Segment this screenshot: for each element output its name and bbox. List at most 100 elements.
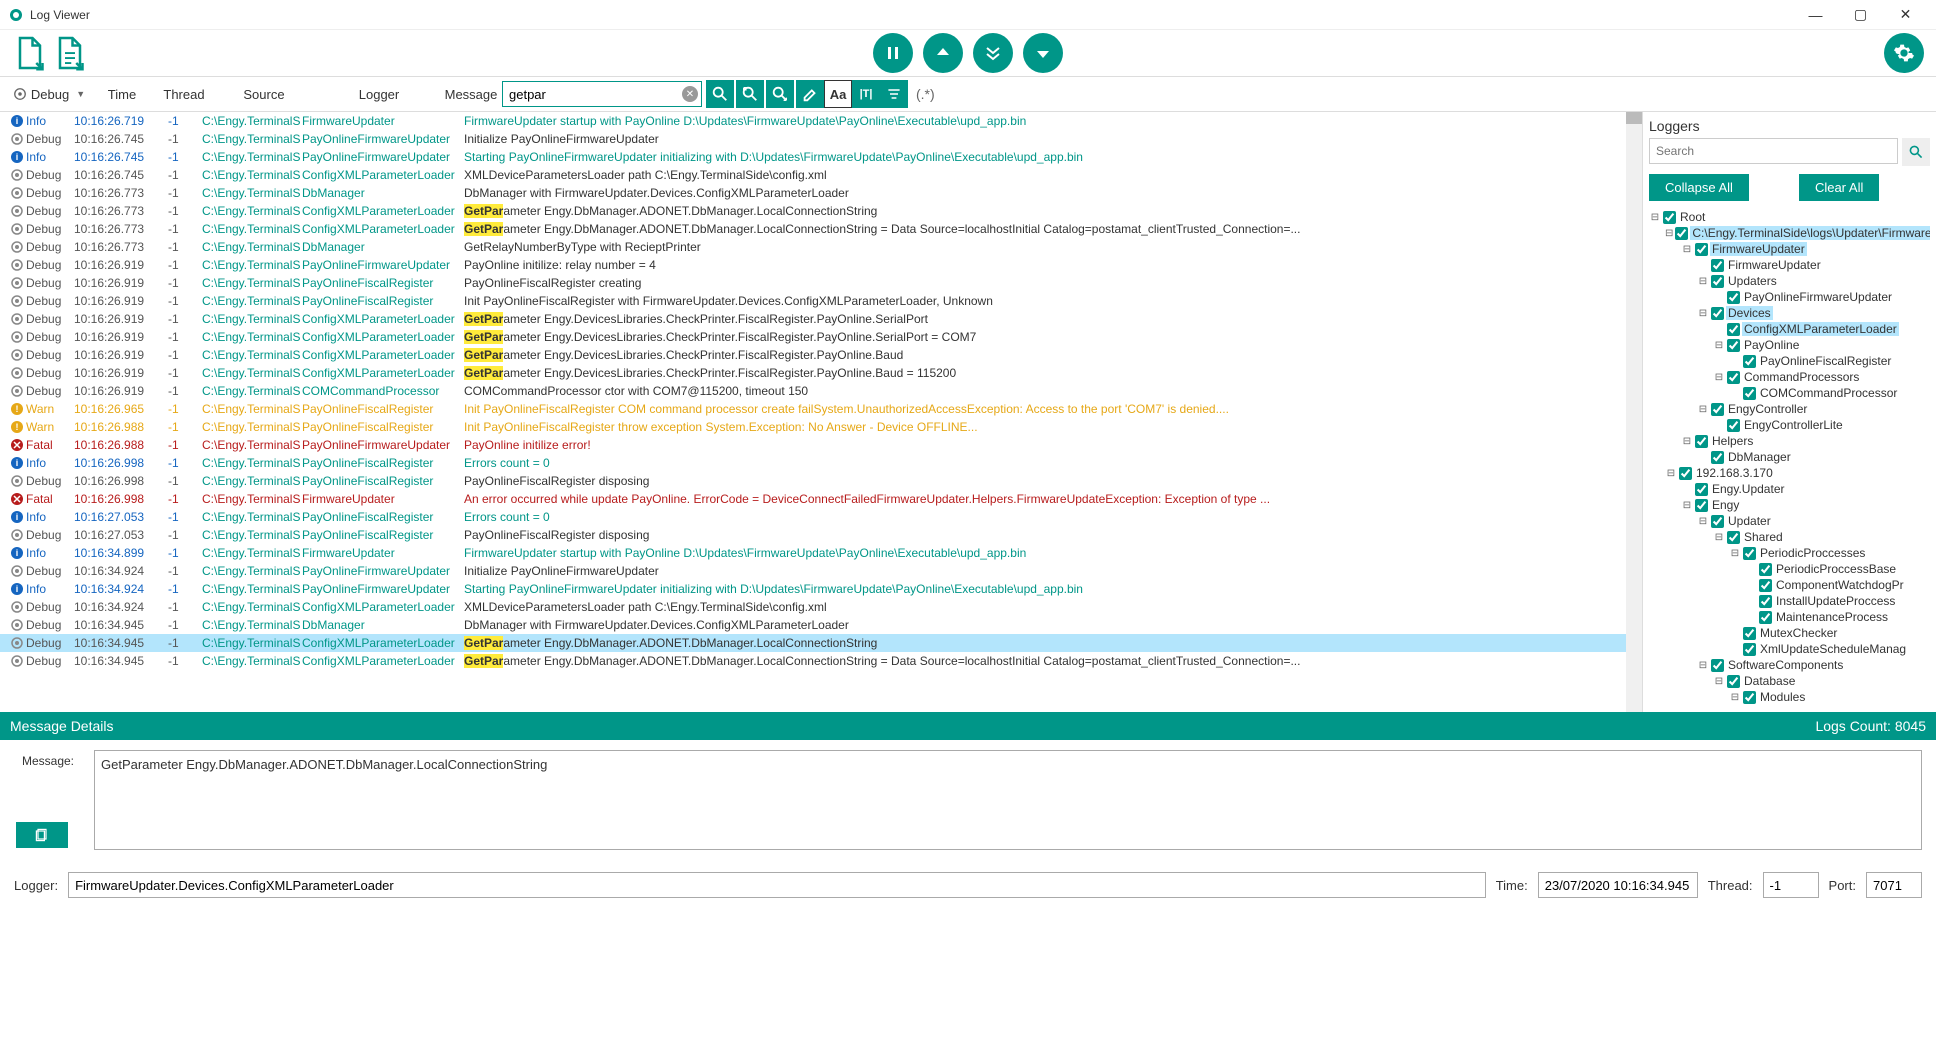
time-value-field[interactable]	[1538, 872, 1698, 898]
open-folder-button[interactable]	[52, 35, 88, 71]
tree-toggle-icon[interactable]: ⊟	[1729, 692, 1741, 703]
log-row[interactable]: Debug10:16:26.919-1C:\Engy.TerminalSConf…	[0, 364, 1626, 382]
tree-checkbox[interactable]	[1695, 499, 1708, 512]
tree-node[interactable]: COMCommandProcessor	[1649, 385, 1930, 401]
tree-node[interactable]: Engy.Updater	[1649, 481, 1930, 497]
tree-toggle-icon[interactable]: ⊟	[1681, 244, 1693, 255]
log-row[interactable]: iInfo10:16:26.998-1C:\Engy.TerminalSPayO…	[0, 454, 1626, 472]
tree-label[interactable]: Devices	[1726, 306, 1773, 320]
loggers-search-button[interactable]	[1902, 138, 1930, 166]
tree-label[interactable]: COMCommandProcessor	[1758, 386, 1899, 400]
tree-label[interactable]: InstallUpdateProccess	[1774, 594, 1897, 608]
clear-all-button[interactable]: Clear All	[1799, 174, 1879, 201]
tree-node[interactable]: ⊟Root	[1649, 209, 1930, 225]
log-row[interactable]: Debug10:16:34.924-1C:\Engy.TerminalSConf…	[0, 598, 1626, 616]
tree-node[interactable]: DatabaseModule	[1649, 705, 1930, 706]
tree-toggle-icon[interactable]: ⊟	[1681, 500, 1693, 511]
tree-label[interactable]: 192.168.3.170	[1694, 466, 1775, 480]
tree-label[interactable]: ComponentWatchdogPr	[1774, 578, 1906, 592]
tree-node[interactable]: ⊟Devices	[1649, 305, 1930, 321]
scroll-down-button[interactable]	[1023, 33, 1063, 73]
port-value-field[interactable]	[1866, 872, 1922, 898]
tree-node[interactable]: MutexChecker	[1649, 625, 1930, 641]
message-value[interactable]: GetParameter Engy.DbManager.ADONET.DbMan…	[94, 750, 1922, 850]
tree-node[interactable]: PeriodicProccessBase	[1649, 561, 1930, 577]
tree-label[interactable]: ConfigXMLParameterLoader	[1742, 322, 1899, 336]
tree-node[interactable]: ⊟SoftwareComponents	[1649, 657, 1930, 673]
tree-label[interactable]: SoftwareComponents	[1726, 658, 1845, 672]
loggers-search-input[interactable]	[1649, 138, 1898, 164]
tree-checkbox[interactable]	[1695, 435, 1708, 448]
close-button[interactable]: ✕	[1883, 1, 1928, 29]
tree-label[interactable]: XmlUpdateScheduleManag	[1758, 642, 1908, 656]
log-table[interactable]: iInfo10:16:26.719-1C:\Engy.TerminalSFirm…	[0, 112, 1626, 712]
tree-checkbox[interactable]	[1759, 595, 1772, 608]
tree-toggle-icon[interactable]: ⊟	[1713, 676, 1725, 687]
log-row[interactable]: iInfo10:16:26.745-1C:\Engy.TerminalSPayO…	[0, 148, 1626, 166]
tree-node[interactable]: ⊟Updater	[1649, 513, 1930, 529]
tree-label[interactable]: Helpers	[1710, 434, 1755, 448]
tree-label[interactable]: PayOnlineFiscalRegister	[1758, 354, 1893, 368]
tree-label[interactable]: Modules	[1758, 690, 1807, 704]
log-row[interactable]: Debug10:16:26.919-1C:\Engy.TerminalSPayO…	[0, 292, 1626, 310]
tree-checkbox[interactable]	[1759, 611, 1772, 624]
tree-checkbox[interactable]	[1759, 579, 1772, 592]
log-row[interactable]: Fatal10:16:26.988-1C:\Engy.TerminalSPayO…	[0, 436, 1626, 454]
tree-checkbox[interactable]	[1711, 307, 1724, 320]
tree-checkbox[interactable]	[1727, 419, 1740, 432]
tree-node[interactable]: ⊟ Helpers	[1649, 433, 1930, 449]
tree-node[interactable]: EngyControllerLite	[1649, 417, 1930, 433]
log-row[interactable]: Debug10:16:26.773-1C:\Engy.TerminalSConf…	[0, 220, 1626, 238]
tree-checkbox[interactable]	[1711, 259, 1724, 272]
highlight-button[interactable]	[796, 80, 824, 108]
tree-toggle-icon[interactable]: ⊟	[1681, 436, 1693, 447]
tree-checkbox[interactable]	[1711, 515, 1724, 528]
tree-label[interactable]: Engy	[1710, 498, 1741, 512]
tree-label[interactable]: PayOnlineFirmwareUpdater	[1742, 290, 1894, 304]
scrollbar-thumb[interactable]	[1626, 112, 1642, 124]
settings-button[interactable]	[1884, 33, 1924, 73]
case-sensitive-toggle[interactable]: Aa	[824, 80, 852, 108]
tree-node[interactable]: ⊟PeriodicProccesses	[1649, 545, 1930, 561]
tree-node[interactable]: ConfigXMLParameterLoader	[1649, 321, 1930, 337]
log-row[interactable]: Debug10:16:26.773-1C:\Engy.TerminalSDbMa…	[0, 184, 1626, 202]
tree-checkbox[interactable]	[1743, 627, 1756, 640]
tree-toggle-icon[interactable]: ⊟	[1713, 372, 1725, 383]
loggers-tree[interactable]: ⊟Root⊟C:\Engy.TerminalSide\logs\Updater\…	[1649, 209, 1930, 706]
message-search-input[interactable]	[502, 81, 702, 107]
tree-checkbox[interactable]	[1679, 467, 1692, 480]
tree-checkbox[interactable]	[1711, 659, 1724, 672]
log-row[interactable]: Debug10:16:34.924-1C:\Engy.TerminalSPayO…	[0, 562, 1626, 580]
log-row[interactable]: !Warn10:16:26.965-1C:\Engy.TerminalSPayO…	[0, 400, 1626, 418]
tree-label[interactable]: Shared	[1742, 530, 1785, 544]
tree-checkbox[interactable]	[1711, 451, 1724, 464]
tree-label[interactable]: PayOnline	[1742, 338, 1801, 352]
tree-checkbox[interactable]	[1759, 563, 1772, 576]
log-row[interactable]: Debug10:16:26.745-1C:\Engy.TerminalSPayO…	[0, 130, 1626, 148]
search-prev-button[interactable]	[736, 80, 764, 108]
log-row[interactable]: Debug10:16:26.773-1C:\Engy.TerminalSConf…	[0, 202, 1626, 220]
tree-checkbox[interactable]	[1663, 211, 1676, 224]
tree-checkbox[interactable]	[1727, 531, 1740, 544]
tree-toggle-icon[interactable]: ⊟	[1665, 228, 1673, 239]
tree-node[interactable]: DbManager	[1649, 449, 1930, 465]
tree-checkbox[interactable]	[1695, 243, 1708, 256]
tree-node[interactable]: ⊟C:\Engy.TerminalSide\logs\Updater\Firmw…	[1649, 225, 1930, 241]
tree-checkbox[interactable]	[1743, 691, 1756, 704]
log-row[interactable]: !Warn10:16:26.988-1C:\Engy.TerminalSPayO…	[0, 418, 1626, 436]
log-row[interactable]: Debug10:16:27.053-1C:\Engy.TerminalSPayO…	[0, 526, 1626, 544]
tree-node[interactable]: ⊟PayOnline	[1649, 337, 1930, 353]
logger-column-header[interactable]: Logger	[314, 87, 444, 102]
tree-label[interactable]: Database	[1742, 674, 1797, 688]
tree-label[interactable]: EngyControllerLite	[1742, 418, 1845, 432]
tree-label[interactable]: PeriodicProccessBase	[1774, 562, 1898, 576]
log-row[interactable]: Debug10:16:26.998-1C:\Engy.TerminalSPayO…	[0, 472, 1626, 490]
tree-node[interactable]: ⊟ Database	[1649, 673, 1930, 689]
vertical-scrollbar[interactable]	[1626, 112, 1642, 712]
thread-column-header[interactable]: Thread	[154, 87, 214, 102]
log-row[interactable]: Debug10:16:26.773-1C:\Engy.TerminalSDbMa…	[0, 238, 1626, 256]
log-row[interactable]: Debug10:16:26.919-1C:\Engy.TerminalSCOMC…	[0, 382, 1626, 400]
tree-label[interactable]: MaintenanceProcess	[1774, 610, 1890, 624]
tree-node[interactable]: FirmwareUpdater	[1649, 257, 1930, 273]
tree-node[interactable]: PayOnlineFirmwareUpdater	[1649, 289, 1930, 305]
